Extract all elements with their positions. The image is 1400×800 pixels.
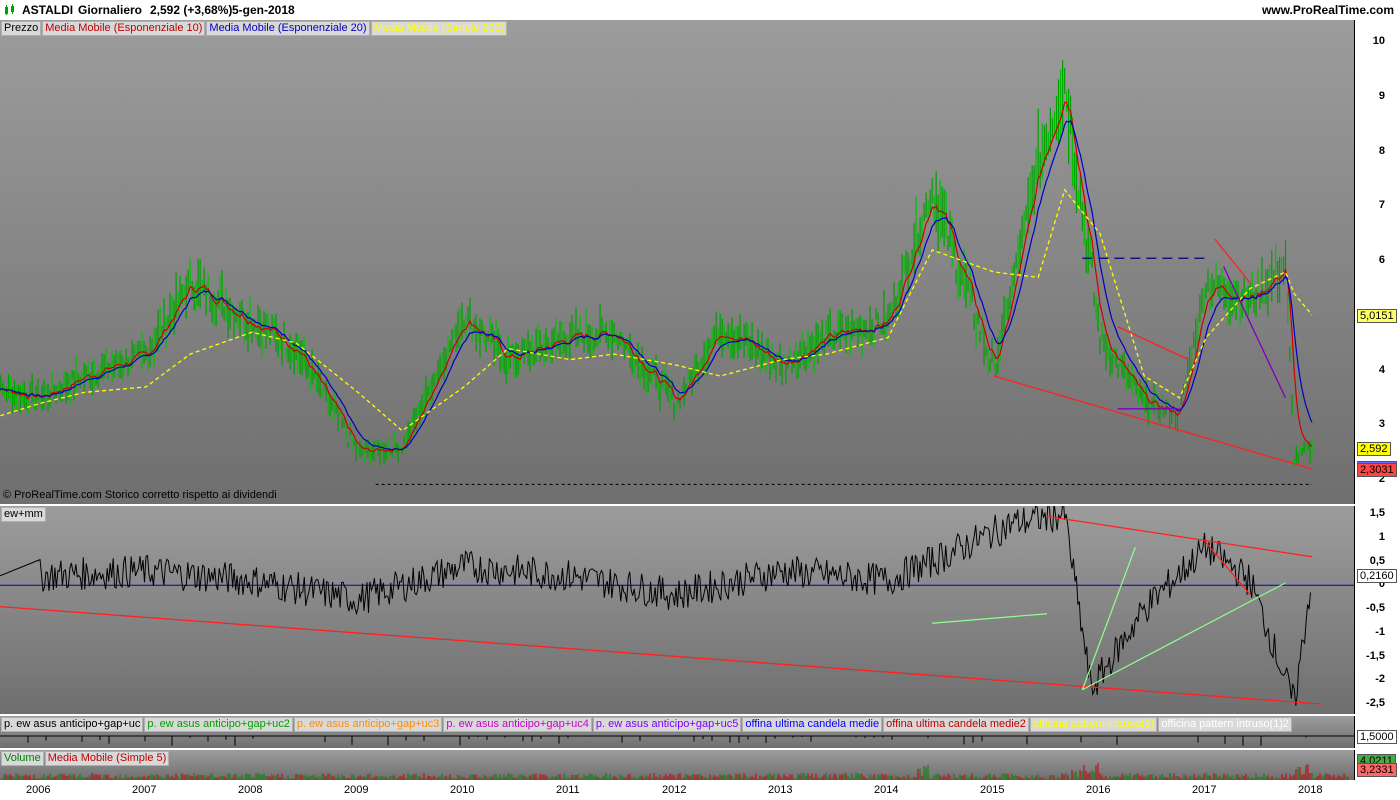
pattern-legend-item[interactable]: officina pattern intruso(1)2	[1158, 717, 1293, 732]
pattern-panel[interactable]: p. ew asus anticipo+gap+uc p. ew asus ant…	[0, 716, 1354, 748]
price-y-tick: 6	[1378, 254, 1385, 266]
date: 5-gen-2018	[232, 3, 295, 17]
price-panel[interactable]: Prezzo Media Mobile (Esponenziale 10) Medi…	[0, 20, 1354, 504]
oscillator-trendline	[0, 605, 1321, 705]
x-tick-label: 2016	[1086, 784, 1111, 796]
pattern-legend-item[interactable]: officina pattern intruso(1)	[1029, 717, 1158, 732]
pattern-legend-item[interactable]: p. ew asus anticipo+gap+uc	[1, 717, 144, 732]
oscillator-y-tick: -0,5	[1366, 602, 1385, 614]
price-legend-item[interactable]: Prezzo	[1, 21, 42, 36]
x-tick-label: 2011	[556, 784, 580, 796]
oscillator-y-tick: -2	[1375, 673, 1385, 686]
volume-panel[interactable]: Volume Media Mobile (Simple 5)	[0, 750, 1354, 780]
oscillator-chart[interactable]	[0, 506, 1354, 714]
sma200-line	[0, 188, 1313, 432]
oscillator-y-tick: -1	[1375, 625, 1385, 638]
oscillator-axis: 1,5 1 0,5 0 -0,5 -1 -1,5 -2 -2,5 0,2160	[1354, 506, 1400, 714]
x-tick-label: 2007	[132, 784, 157, 796]
x-tick-label: 2012	[662, 784, 687, 796]
oscillator-trendline-green3	[1081, 547, 1136, 690]
last-price: 2,592 (+3,68%)	[150, 3, 233, 17]
oscillator-trendline-red3	[1205, 542, 1251, 596]
price-legend-item[interactable]: Media Mobile (Esponenziale 20)	[206, 21, 370, 36]
pattern-legend-item[interactable]: offina ultima candela medie2	[883, 717, 1029, 732]
candlestick-icon	[4, 4, 16, 16]
price-value-badge: 5,0151	[1357, 308, 1397, 323]
volume-value-badge: 3,2331	[1357, 763, 1397, 777]
title-bar: ASTALDI Giornaliero 2,592 (+3,68%) 5-gen…	[0, 0, 1400, 20]
oscillator-trendline-green2	[932, 613, 1048, 624]
oscillator-y-tick: 1,5	[1369, 507, 1385, 519]
volume-chart[interactable]	[0, 750, 1354, 780]
oscillator-y-tick: -2,5	[1366, 697, 1385, 709]
price-y-tick: 10	[1372, 35, 1385, 47]
price-value-badge: 2,3031	[1357, 463, 1397, 478]
price-axis: 10987654325,01512,5922,31692,3031	[1354, 20, 1400, 504]
price-legend-item[interactable]: Media Mobile (Esponenziale 10)	[42, 21, 206, 36]
x-tick-label: 2015	[980, 784, 1005, 796]
trendline-support	[993, 375, 1313, 470]
x-tick-label: 2018	[1298, 784, 1323, 796]
x-tick-label: 2009	[344, 784, 369, 796]
x-tick-label: 2013	[768, 784, 793, 796]
price-y-tick: 9	[1378, 89, 1385, 102]
symbol: ASTALDI	[22, 3, 74, 17]
pattern-legend-item[interactable]: p. ew asus anticipo+gap+uc2	[144, 717, 293, 732]
pattern-legend-item[interactable]: p. ew asus anticipo+gap+uc3	[293, 717, 443, 732]
price-chart[interactable]	[0, 20, 1354, 504]
oscillator-y-tick: -1,5	[1366, 649, 1385, 662]
x-tick-label: 2010	[450, 784, 475, 796]
price-y-tick: 7	[1378, 199, 1385, 212]
pattern-axis: 1,5000	[1354, 716, 1400, 748]
x-tick-label: 2014	[874, 784, 899, 796]
pattern-legend-item[interactable]: offina ultima candela medie	[742, 717, 883, 732]
oscillator-y-tick: 0,5	[1369, 554, 1385, 567]
price-candles	[0, 60, 1313, 467]
pattern-value-badge: 1,5000	[1357, 730, 1397, 744]
site-link[interactable]: www.ProRealTime.com	[1262, 3, 1394, 17]
volume-legend-item[interactable]: Media Mobile (Simple 5)	[44, 751, 170, 766]
x-tick-label: 2008	[238, 784, 263, 796]
oscillator-trendline-top	[1046, 515, 1313, 558]
period: Giornaliero	[78, 3, 143, 17]
oscillator-y-tick: 1	[1378, 530, 1385, 543]
x-tick-label: 2017	[1192, 784, 1217, 796]
ema10-line	[0, 101, 1313, 453]
oscillator-panel[interactable]: ew+mm	[0, 506, 1354, 714]
pattern-legend-item[interactable]: p. ew asus anticipo+gap+uc4	[443, 717, 592, 732]
volume-axis: 4,0211 3,2331	[1354, 750, 1400, 780]
oscillator-trendline-green	[1082, 582, 1286, 691]
volume-legend-item[interactable]: Volume	[1, 751, 44, 766]
price-value-badge: 2,592	[1357, 441, 1391, 456]
copyright: © ProRealTime.com Storico corretto rispe…	[3, 489, 277, 501]
oscillator-legend-item[interactable]: ew+mm	[1, 507, 46, 522]
price-legend: Prezzo Media Mobile (Esponenziale 10) Medi…	[1, 21, 508, 36]
price-y-tick: 3	[1378, 418, 1385, 431]
x-tick-label: 2006	[26, 784, 51, 796]
oscillator-value-badge: 0,2160	[1357, 568, 1397, 583]
oscillator-legend: ew+mm	[1, 507, 46, 522]
pattern-legend-item[interactable]: p. ew asus anticipo+gap+uc5	[592, 717, 742, 732]
volume-legend: Volume Media Mobile (Simple 5)	[1, 751, 170, 766]
price-y-tick: 8	[1378, 144, 1385, 157]
ema20-line	[0, 120, 1313, 451]
trendline-purple	[1223, 266, 1287, 399]
price-y-tick: 4	[1378, 363, 1385, 376]
price-legend-item[interactable]: Media Mobile (Simple 200)	[370, 21, 508, 36]
pattern-legend: p. ew asus anticipo+gap+uc p. ew asus ant…	[1, 717, 1293, 732]
